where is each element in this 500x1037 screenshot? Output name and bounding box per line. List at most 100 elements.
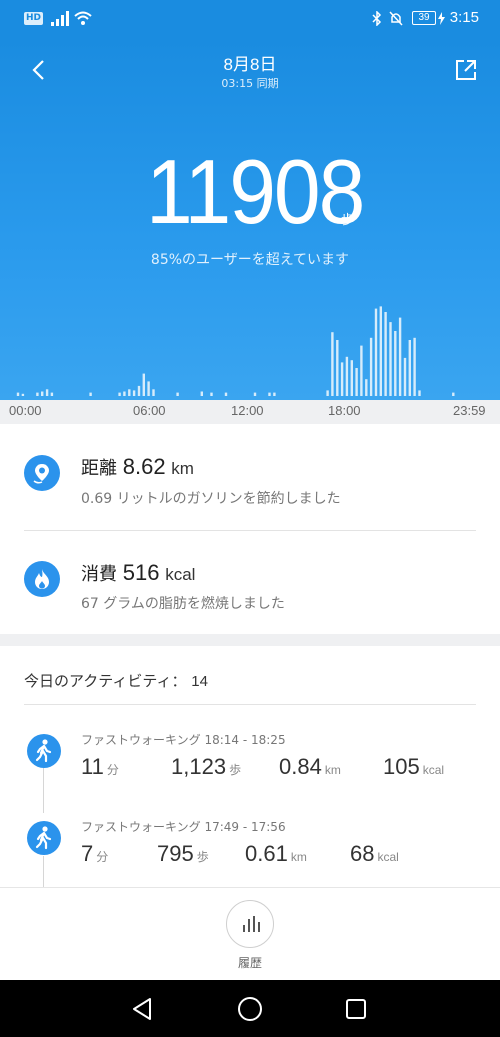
chart-bar bbox=[89, 392, 92, 396]
step-count: 11908 bbox=[146, 140, 365, 243]
chart-bar bbox=[142, 373, 145, 396]
chart-bar bbox=[340, 362, 344, 396]
chart-bar bbox=[152, 389, 155, 396]
clock: 3:15 bbox=[449, 9, 479, 26]
distance-card[interactable]: 距離 8.62 km 0.69 リットルのガソリンを節約しました bbox=[0, 424, 500, 530]
chart-bar bbox=[268, 392, 271, 396]
location-pin-icon bbox=[24, 455, 60, 491]
steps-summary-panel: 8月8日 03:15 同期 11908 歩 85%のユーザーを超えています bbox=[0, 38, 500, 400]
back-triangle-icon[interactable] bbox=[131, 997, 153, 1021]
history-label: 履歴 bbox=[237, 956, 262, 970]
chart-bar bbox=[336, 340, 339, 396]
bluetooth-icon bbox=[372, 11, 382, 26]
activity-kcal: 68 kcal bbox=[350, 841, 399, 867]
chart-bar bbox=[418, 390, 421, 396]
x-tick-label: 06:00 bbox=[133, 403, 166, 418]
chart-bar bbox=[118, 392, 121, 396]
home-circle-icon[interactable] bbox=[237, 996, 263, 1022]
activities-count: 14 bbox=[191, 673, 208, 690]
system-navigation-bar bbox=[0, 980, 500, 1037]
chart-bar bbox=[147, 381, 150, 396]
activity-kcal: 105 kcal bbox=[383, 754, 444, 780]
chart-bar bbox=[374, 308, 378, 396]
chart-bar bbox=[408, 340, 411, 396]
activity-steps: 795 歩 bbox=[157, 841, 209, 867]
chart-bar bbox=[36, 392, 39, 396]
steps-unit: 歩 bbox=[229, 763, 242, 777]
chart-bar bbox=[452, 392, 455, 396]
bar-chart-icon bbox=[243, 916, 260, 932]
chart-bar bbox=[16, 392, 20, 396]
x-tick-label: 12:00 bbox=[231, 403, 264, 418]
distance-label: 距離 bbox=[81, 458, 117, 479]
distance-value: 8.62 bbox=[122, 454, 166, 479]
chart-bar bbox=[365, 379, 368, 396]
kcal-value: 105 bbox=[383, 754, 420, 779]
calories-description: 67 グラムの脂肪を燃焼しました bbox=[81, 596, 285, 612]
kcal-unit: kcal bbox=[422, 763, 445, 777]
distance-description: 0.69 リットルのガソリンを節約しました bbox=[81, 491, 341, 507]
charging-icon bbox=[438, 12, 445, 25]
chart-bar bbox=[200, 391, 203, 396]
chart-time-axis: 00:00 06:00 12:00 18:00 23:59 bbox=[0, 400, 500, 424]
chart-bar bbox=[224, 392, 228, 396]
chart-bar bbox=[403, 357, 407, 396]
chart-bar bbox=[123, 391, 126, 396]
minutes-value: 7 bbox=[81, 841, 94, 866]
chart-bar bbox=[273, 392, 276, 396]
activity-title: ファストウォーキング 17:49 - 17:56 bbox=[81, 820, 286, 834]
chart-bar bbox=[326, 390, 329, 396]
chart-bar bbox=[137, 385, 141, 396]
distance-value: 0.84 bbox=[279, 754, 322, 779]
minutes-unit: 分 bbox=[106, 763, 119, 777]
chart-bar bbox=[210, 392, 213, 396]
x-tick-label: 00:00 bbox=[9, 403, 42, 418]
activity-item[interactable]: ファストウォーキング 17:49 - 17:56 7分 795 歩 0.61 km … bbox=[0, 803, 500, 889]
activities-header: 今日のアクティビティ： 14 bbox=[24, 670, 208, 691]
flame-icon bbox=[24, 561, 60, 597]
calories-line: 消費 516 kcal bbox=[81, 560, 195, 586]
activity-distance: 0.61 km bbox=[245, 841, 307, 867]
minutes-unit: 分 bbox=[96, 850, 109, 864]
hd-badge: HD bbox=[24, 12, 44, 25]
steps-value: 795 bbox=[157, 841, 194, 866]
steps-value: 1,123 bbox=[171, 754, 227, 779]
activity-title: ファストウォーキング 18:14 - 18:25 bbox=[81, 733, 286, 747]
chart-bar bbox=[369, 337, 373, 396]
distance-unit: km bbox=[324, 763, 341, 777]
calories-unit: kcal bbox=[165, 565, 196, 584]
hourly-step-chart bbox=[16, 306, 455, 396]
chart-bar bbox=[253, 392, 257, 396]
chart-bar bbox=[394, 331, 397, 396]
ranking-text: 85%のユーザーを超えています bbox=[150, 252, 350, 268]
chart-bar bbox=[132, 390, 136, 396]
activity-item[interactable]: ファストウォーキング 18:14 - 18:25 11 分 1,123 歩 0.84… bbox=[0, 716, 500, 802]
calories-card[interactable]: 消費 516 kcal 67 グラムの脂肪を燃焼しました bbox=[0, 531, 500, 637]
chart-bar bbox=[398, 317, 402, 396]
chart-bar bbox=[45, 389, 49, 396]
distance-value: 0.61 bbox=[245, 841, 288, 866]
calories-label: 消費 bbox=[81, 564, 117, 585]
chart-bar bbox=[355, 368, 358, 396]
chart-bar bbox=[389, 322, 392, 396]
divider bbox=[24, 704, 476, 705]
minutes-value: 11 bbox=[81, 754, 104, 779]
activity-steps: 1,123 歩 bbox=[171, 754, 241, 780]
chart-bar bbox=[413, 337, 416, 396]
mute-bell-icon bbox=[389, 11, 403, 26]
chart-bar bbox=[50, 392, 54, 396]
distance-unit: km bbox=[171, 459, 194, 478]
activity-minutes: 7分 bbox=[81, 841, 108, 867]
recents-square-icon[interactable] bbox=[345, 998, 367, 1020]
kcal-unit: kcal bbox=[377, 850, 399, 864]
steps-unit: 歩 bbox=[196, 850, 209, 864]
chart-bar bbox=[21, 393, 25, 396]
share-icon[interactable] bbox=[454, 58, 478, 82]
chart-bar bbox=[360, 345, 363, 396]
status-bar: HD 39 3:15 bbox=[0, 0, 500, 38]
history-button[interactable] bbox=[226, 900, 274, 948]
distance-unit: km bbox=[290, 850, 307, 864]
step-unit: 歩 bbox=[341, 213, 355, 228]
app-screen: { "status_bar": { "hd_label": "HD", "bat… bbox=[0, 0, 500, 1037]
section-gap bbox=[0, 634, 500, 646]
